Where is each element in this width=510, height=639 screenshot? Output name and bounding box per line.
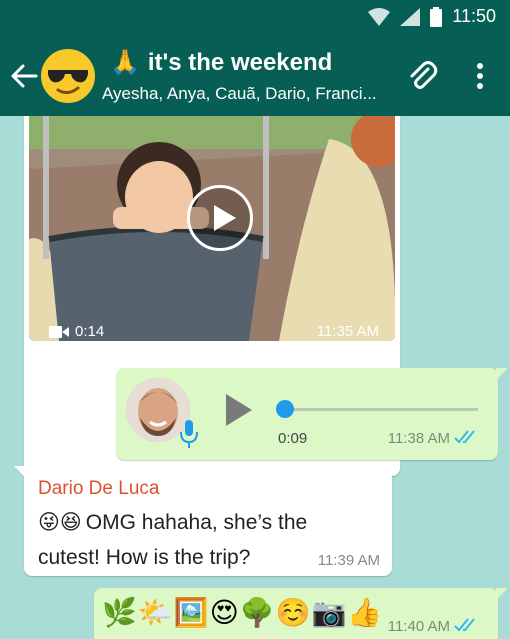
group-title[interactable]: 🙏 it's the weekend <box>110 48 332 77</box>
voice-progress-track[interactable] <box>288 408 478 411</box>
group-name: it's the weekend <box>147 48 333 76</box>
text-timestamp: 11:39 AM <box>317 552 380 569</box>
chat-header: 🙏 it's the weekend Ayesha, Anya, Cauã, D… <box>0 36 510 116</box>
laughing-emojis: 😜😆 <box>38 511 82 534</box>
emoji-message: 🌿🌤️🖼️😍🌳☺️📷👍 11:40 AM <box>94 588 508 639</box>
emoji-timestamp: 11:40 AM <box>387 618 450 635</box>
back-arrow-icon[interactable] <box>10 62 38 90</box>
paperclip-icon[interactable] <box>406 60 438 92</box>
microphone-icon <box>180 420 198 448</box>
chat-area: 0:14 11:35 AM 0:09 11:38 AM Dario De Luc… <box>0 116 510 639</box>
voice-timestamp: 11:38 AM <box>387 430 450 447</box>
signal-icon <box>400 7 421 26</box>
group-members[interactable]: Ayesha, Anya, Cauã, Dario, Franci... <box>102 84 377 104</box>
battery-icon <box>430 6 443 27</box>
emoji-content: 🌿🌤️🖼️😍🌳☺️📷👍 <box>102 597 384 628</box>
voice-play-button[interactable] <box>226 394 252 426</box>
video-play-button[interactable] <box>187 185 253 251</box>
video-duration-text: 0:14 <box>75 323 105 340</box>
status-bar: 11:50 <box>0 0 510 36</box>
voice-message: 0:09 11:38 AM <box>116 368 508 460</box>
wifi-icon <box>368 7 391 26</box>
status-icons: 11:50 <box>368 6 496 27</box>
voice-progress-knob[interactable] <box>276 400 294 418</box>
message-text-2: cutest! How is the trip? <box>38 546 251 569</box>
status-time: 11:50 <box>452 6 496 26</box>
video-thumbnail[interactable]: 0:14 11:35 AM <box>29 116 395 341</box>
message-text-1: OMG hahaha, she’s the <box>85 510 308 534</box>
group-avatar-sunglasses-emoji[interactable] <box>40 48 96 104</box>
sender-name[interactable]: Dario De Luca <box>38 478 159 500</box>
video-camera-icon <box>49 325 69 338</box>
video-duration: 0:14 <box>49 323 104 340</box>
video-timestamp: 11:35 AM <box>316 323 379 340</box>
read-receipt-icon <box>454 618 475 632</box>
message-line-1: 😜😆 OMG hahaha, she’s the <box>38 510 307 535</box>
incoming-text-message: Dario De Luca 😜😆 OMG hahaha, she’s the c… <box>14 466 392 576</box>
more-options-icon[interactable] <box>470 60 490 92</box>
voice-duration: 0:09 <box>278 430 308 447</box>
read-receipt-icon <box>454 430 475 444</box>
praying-hands-emoji: 🙏 <box>110 49 140 76</box>
